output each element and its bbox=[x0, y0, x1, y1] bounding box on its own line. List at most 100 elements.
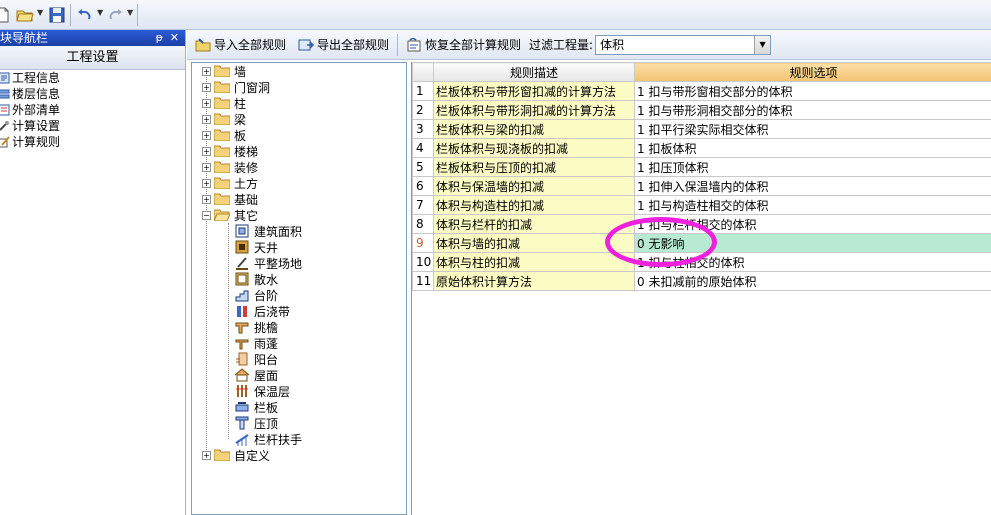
quick-access-toolbar: ▼ ▼ ▼ bbox=[0, 0, 991, 30]
new-icon[interactable] bbox=[0, 6, 12, 24]
tree-folder-earthwork[interactable]: + 土方 bbox=[202, 175, 258, 191]
tree-folder-beam[interactable]: + 梁 bbox=[202, 111, 246, 127]
table-row[interactable]: 5 栏板体积与压顶的扣减 1 扣压顶体积 bbox=[412, 157, 991, 177]
tree-item-building-area[interactable]: 建筑面积 bbox=[234, 223, 302, 239]
rule-option-cell[interactable]: 1 扣与带形洞相交部分的体积 bbox=[634, 100, 991, 120]
expand-icon[interactable]: + bbox=[202, 450, 211, 460]
undo-icon[interactable] bbox=[76, 6, 94, 24]
tree-item-post-pour-strip[interactable]: 后浇带 bbox=[234, 303, 290, 319]
main-pane: 导入全部规则 导出全部规则 恢复全部计算规则 过滤工程量: 体积 ▼ + 墙 + bbox=[187, 30, 991, 515]
tree-folder-wall[interactable]: + 墙 bbox=[202, 63, 246, 79]
collapse-icon[interactable]: − bbox=[202, 210, 211, 220]
rule-option-cell[interactable]: 1 扣伸入保温墙内的体积 bbox=[634, 176, 991, 196]
building-area-icon bbox=[234, 223, 250, 239]
table-row[interactable]: 8 体积与栏杆的扣减 1 扣与栏杆相交的体积 bbox=[412, 214, 991, 234]
tree-item-parapet[interactable]: 栏板 bbox=[234, 399, 278, 415]
tree-item-patio[interactable]: 天井 bbox=[234, 239, 278, 255]
expand-icon[interactable]: + bbox=[202, 162, 211, 172]
row-number: 11 bbox=[412, 271, 434, 291]
rule-option-cell[interactable]: 1 扣与柱相交的体积 bbox=[634, 252, 991, 272]
expand-icon[interactable]: + bbox=[202, 130, 211, 140]
row-number: 4 bbox=[412, 138, 434, 158]
table-row[interactable]: 1 栏板体积与带形窗扣减的计算方法 1 扣与带形窗相交部分的体积 bbox=[412, 81, 991, 101]
redo-dropdown-icon[interactable]: ▼ bbox=[127, 8, 133, 17]
rule-option-cell[interactable]: 0 无影响 bbox=[634, 233, 991, 253]
tree-folder-slab[interactable]: + 板 bbox=[202, 127, 246, 143]
table-row[interactable]: 6 体积与保温墙的扣减 1 扣伸入保温墙内的体积 bbox=[412, 176, 991, 196]
table-row[interactable]: 3 栏板体积与梁的扣减 1 扣平行梁实际相交体积 bbox=[412, 119, 991, 139]
rule-desc-cell: 栏板体积与带形洞扣减的计算方法 bbox=[433, 100, 635, 120]
rule-option-cell[interactable]: 1 扣与栏杆相交的体积 bbox=[634, 214, 991, 234]
tree-item-canopy[interactable]: 雨蓬 bbox=[234, 335, 278, 351]
table-row[interactable]: 11 原始体积计算方法 0 未扣减前的原始体积 bbox=[412, 271, 991, 291]
open-icon[interactable] bbox=[16, 6, 34, 24]
rule-desc-header[interactable]: 规则描述 bbox=[433, 62, 635, 82]
rule-option-cell[interactable]: 1 扣板体积 bbox=[634, 138, 991, 158]
rule-option-cell[interactable]: 1 扣平行梁实际相交体积 bbox=[634, 119, 991, 139]
tree-folder-door-window[interactable]: + 门窗洞 bbox=[202, 79, 270, 95]
expand-icon[interactable]: + bbox=[202, 146, 211, 156]
import-all-rules-button[interactable]: 导入全部规则 bbox=[191, 34, 290, 56]
chevron-down-icon[interactable]: ▼ bbox=[754, 35, 771, 54]
export-all-rules-button[interactable]: 导出全部规则 bbox=[294, 34, 393, 56]
rule-option-cell[interactable]: 0 未扣减前的原始体积 bbox=[634, 271, 991, 291]
open-dropdown-icon[interactable]: ▼ bbox=[37, 8, 43, 17]
rules-table: 规则描述 规则选项 1 栏板体积与带形窗扣减的计算方法 1 扣与带形窗相交部分的… bbox=[412, 62, 991, 291]
filter-quantity-select[interactable]: 体积 ▼ bbox=[595, 34, 772, 55]
save-icon[interactable] bbox=[48, 6, 66, 24]
eaves-icon bbox=[234, 319, 250, 335]
tree-folder-decoration[interactable]: + 装修 bbox=[202, 159, 258, 175]
tree-folder-stairs[interactable]: + 楼梯 bbox=[202, 143, 258, 159]
table-row[interactable]: 10 体积与柱的扣减 1 扣与柱相交的体积 bbox=[412, 252, 991, 272]
tree-item-handrail[interactable]: 栏杆扶手 bbox=[234, 431, 302, 447]
row-number: 3 bbox=[412, 119, 434, 139]
expand-icon[interactable]: + bbox=[202, 66, 211, 76]
rule-desc-cell: 栏板体积与带形窗扣减的计算方法 bbox=[433, 81, 635, 101]
expand-icon[interactable]: + bbox=[202, 194, 211, 204]
tree-folder-foundation[interactable]: + 基础 bbox=[202, 191, 258, 207]
rule-option-cell[interactable]: 1 扣与构造柱相交的体积 bbox=[634, 195, 991, 215]
rule-desc-cell: 体积与柱的扣减 bbox=[433, 252, 635, 272]
tree-item-insulation[interactable]: 保温层 bbox=[234, 383, 290, 399]
rule-option-cell[interactable]: 1 扣压顶体积 bbox=[634, 157, 991, 177]
tree-folder-custom[interactable]: + 自定义 bbox=[202, 447, 270, 463]
redo-icon[interactable] bbox=[106, 6, 124, 24]
table-row[interactable]: 2 栏板体积与带形洞扣减的计算方法 1 扣与带形洞相交部分的体积 bbox=[412, 100, 991, 120]
table-row[interactable]: 7 体积与构造柱的扣减 1 扣与构造柱相交的体积 bbox=[412, 195, 991, 215]
rule-desc-cell: 体积与保温墙的扣减 bbox=[433, 176, 635, 196]
row-number: 10 bbox=[412, 252, 434, 272]
expand-icon[interactable]: + bbox=[202, 82, 211, 92]
pin-icon[interactable]: ᵽ bbox=[156, 30, 163, 46]
tree-item-balcony[interactable]: 阳台 bbox=[234, 351, 278, 367]
tree-item-eaves[interactable]: 挑檐 bbox=[234, 319, 278, 335]
tree-folder-other[interactable]: − 其它 bbox=[202, 207, 258, 223]
nav-item-project-info[interactable]: 工程信息 bbox=[0, 70, 185, 86]
expand-icon[interactable]: + bbox=[202, 178, 211, 188]
close-icon[interactable]: ✕ bbox=[170, 30, 179, 46]
restore-all-rules-button[interactable]: 恢复全部计算规则 bbox=[402, 34, 525, 56]
rule-option-cell[interactable]: 1 扣与带形窗相交部分的体积 bbox=[634, 81, 991, 101]
tree-item-coping[interactable]: 压顶 bbox=[234, 415, 278, 431]
nav-item-floor-info[interactable]: 楼层信息 bbox=[0, 86, 185, 102]
nav-item-label: 计算设置 bbox=[12, 119, 61, 133]
tree-item-site-leveling[interactable]: 平整场地 bbox=[234, 255, 302, 271]
nav-item-calc-settings[interactable]: 计算设置 bbox=[0, 118, 185, 134]
undo-dropdown-icon[interactable]: ▼ bbox=[97, 8, 103, 17]
nav-pane-header[interactable]: 工程设置 bbox=[0, 46, 185, 70]
table-row-selected[interactable]: 9 体积与墙的扣减 0 无影响 bbox=[412, 233, 991, 253]
tree-folder-column[interactable]: + 柱 bbox=[202, 95, 246, 111]
nav-item-calc-rules[interactable]: 计算规则 bbox=[0, 134, 185, 150]
tree-item-apron[interactable]: 散水 bbox=[234, 271, 278, 287]
patio-icon bbox=[234, 239, 250, 255]
expand-icon[interactable]: + bbox=[202, 98, 211, 108]
rule-option-header[interactable]: 规则选项 bbox=[634, 62, 991, 82]
toolbar-separator bbox=[70, 4, 71, 26]
tree-item-steps[interactable]: 台阶 bbox=[234, 287, 278, 303]
table-row[interactable]: 4 栏板体积与现浇板的扣减 1 扣板体积 bbox=[412, 138, 991, 158]
folder-icon bbox=[213, 449, 231, 462]
rule-desc-cell: 体积与栏杆的扣减 bbox=[433, 214, 635, 234]
nav-item-external-list[interactable]: 外部清单 bbox=[0, 102, 185, 118]
nav-item-label: 外部清单 bbox=[12, 103, 61, 117]
expand-icon[interactable]: + bbox=[202, 114, 211, 124]
tree-item-roof[interactable]: 屋面 bbox=[234, 367, 278, 383]
